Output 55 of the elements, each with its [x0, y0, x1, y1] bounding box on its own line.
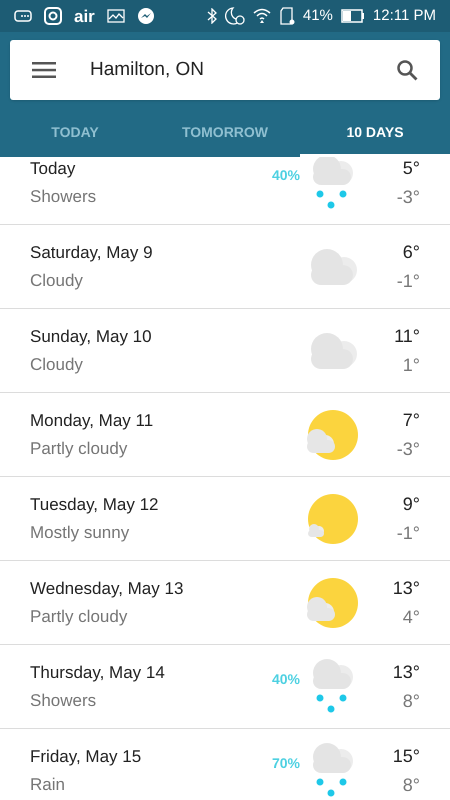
camera-icon — [44, 7, 62, 25]
low-temperature: 1° — [402, 354, 420, 376]
low-temperature: 8° — [402, 690, 420, 712]
day-label: Wednesday, May 13 — [30, 578, 184, 600]
day-label: Sunday, May 10 — [30, 326, 152, 348]
day-label: Thursday, May 14 — [30, 662, 165, 684]
chat-icon — [136, 7, 155, 25]
low-temperature: -3° — [396, 438, 420, 460]
location-text: Hamilton, ON — [90, 58, 204, 82]
condition-text: Showers — [30, 186, 96, 208]
condition-text: Cloudy — [30, 354, 84, 376]
day-label: Today — [30, 158, 76, 180]
day-label: Saturday, May 9 — [30, 242, 153, 264]
condition-text: Rain — [30, 774, 66, 796]
sd-card-icon — [278, 7, 295, 25]
low-temperature: 4° — [402, 606, 420, 628]
menu-icon[interactable] — [32, 62, 56, 78]
sun-cloud-icon — [305, 408, 359, 460]
forecast-row[interactable]: Today Showers 40% 5° -3° — [0, 157, 450, 225]
high-temperature: 5° — [402, 157, 420, 180]
high-temperature: 13° — [392, 660, 420, 684]
notification-icon — [14, 10, 32, 22]
high-temperature: 11° — [394, 324, 420, 348]
high-temperature: 15° — [392, 744, 420, 768]
condition-text: Partly cloudy — [30, 438, 128, 460]
low-temperature: -1° — [396, 522, 420, 544]
day-label: Monday, May 11 — [30, 410, 154, 432]
search-icon[interactable] — [396, 59, 418, 81]
moon-alarm-icon — [224, 7, 245, 25]
precipitation-chance: 40% — [272, 166, 300, 185]
condition-text: Partly cloudy — [30, 606, 128, 628]
day-label: Friday, May 15 — [30, 746, 142, 768]
image-icon — [106, 9, 125, 23]
sun-cloud-icon — [305, 492, 359, 544]
condition-text: Cloudy — [30, 270, 84, 292]
search-bar[interactable]: Hamilton, ON — [10, 40, 440, 100]
precipitation-chance: 70% — [272, 754, 300, 773]
day-label: Tuesday, May 12 — [30, 494, 159, 516]
low-temperature: -1° — [396, 270, 420, 292]
low-temperature: 8° — [402, 774, 420, 796]
wifi-icon — [252, 8, 271, 24]
clock-time: 12:11 PM — [372, 6, 436, 26]
condition-text: Mostly sunny — [30, 522, 130, 544]
battery-icon — [340, 9, 365, 23]
high-temperature: 13° — [392, 576, 420, 600]
low-temperature: -3° — [396, 186, 420, 208]
bluetooth-icon — [206, 8, 217, 24]
app-logo-text: air — [74, 8, 95, 24]
high-temperature: 9° — [402, 492, 420, 516]
battery-percent: 41% — [302, 6, 333, 26]
sun-cloud-icon — [305, 576, 359, 628]
condition-text: Showers — [30, 690, 98, 712]
precipitation-chance: 40% — [272, 670, 300, 689]
high-temperature: 6° — [402, 240, 420, 264]
high-temperature: 7° — [402, 408, 420, 432]
